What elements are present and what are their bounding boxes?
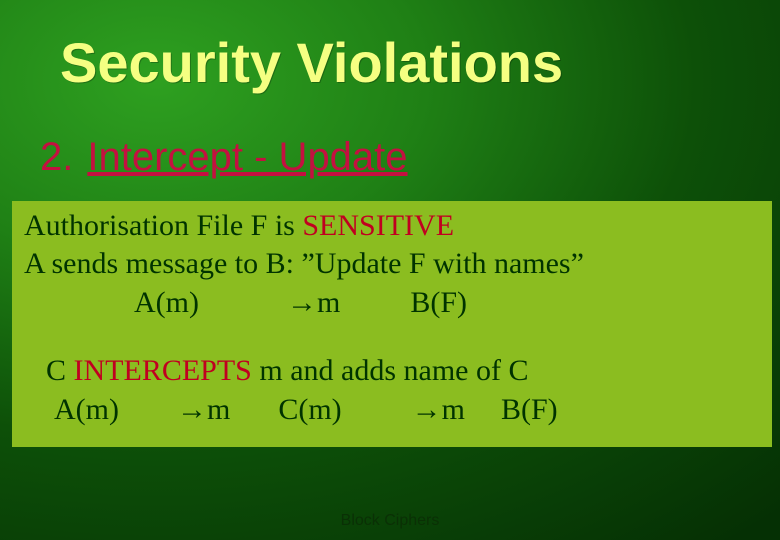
line1-a: Authorisation File F is [24,209,302,242]
l5-m1: m [207,393,230,426]
slide-title: Security Violations [60,30,563,95]
subtitle-text: Intercept - Update [87,135,407,180]
l3-am: A(m) [134,286,199,319]
l3-bf: B(F) [410,286,467,319]
l4-c: m and adds name of C [252,354,529,387]
slide-subtitle: 2. Intercept - Update [40,135,408,180]
line-3: A(m) →m B(F) [24,284,760,322]
arrow-icon: → [287,286,317,319]
line-2: A sends message to B: ”Update F with nam… [24,245,760,283]
subtitle-number: 2. [40,135,73,180]
line-4: C INTERCEPTS m and adds name of C [24,352,760,390]
line1-sensitive: SENSITIVE [302,209,454,242]
content-box: Authorisation File F is SENSITIVE A send… [12,201,772,447]
arrow-icon: → [177,393,207,426]
slide-footer: Block Ciphers [0,512,780,530]
l5-m2: m [442,393,465,426]
l4-a: C [46,354,74,387]
l5-bf: B(F) [501,393,558,426]
line-5: A(m)→mC(m)→mB(F) [24,391,760,429]
line-1: Authorisation File F is SENSITIVE [24,207,760,245]
l3-m: m [317,286,340,319]
arrow-icon: → [412,393,442,426]
l5-cm: C(m) [278,393,341,426]
l4-intercepts: INTERCEPTS [74,354,252,387]
l5-am: A(m) [54,393,119,426]
